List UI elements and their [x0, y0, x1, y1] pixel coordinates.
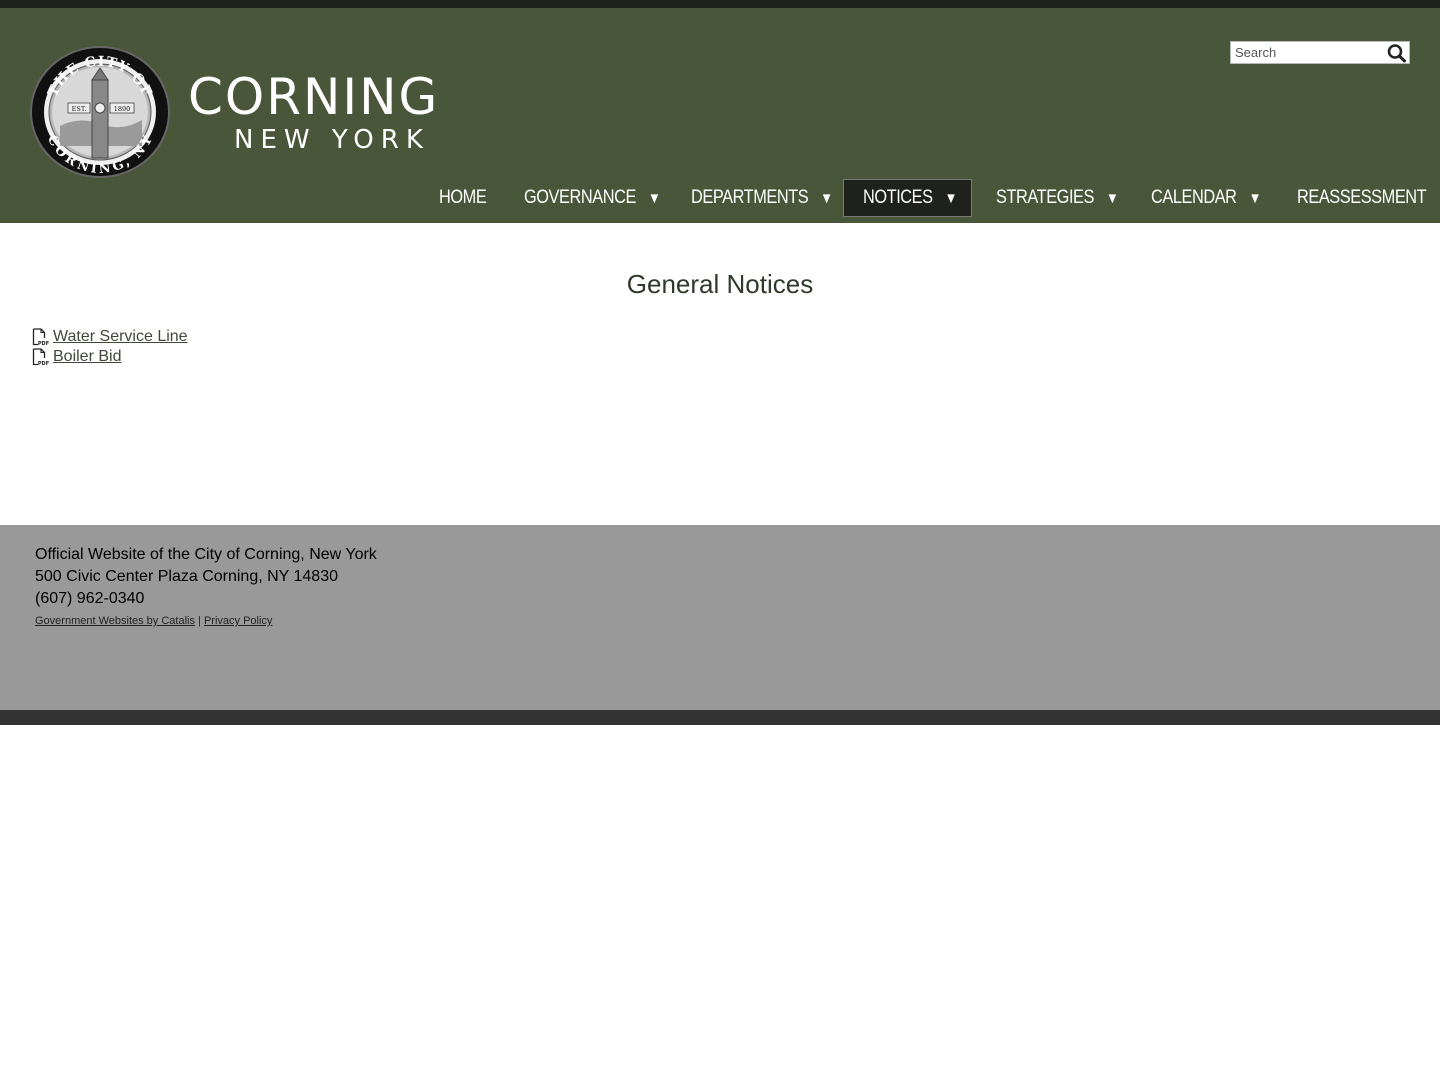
svg-text:PDF: PDF — [38, 361, 49, 366]
nav-item-label: STRATEGIES — [996, 187, 1094, 208]
footer-address: 500 Civic Center Plaza Corning, NY 14830 — [35, 568, 338, 585]
dropdown-arrow-icon: ▼ — [1106, 190, 1119, 207]
top-bar — [0, 0, 1440, 8]
nav-item-calendar[interactable]: CALENDAR ▼ — [1151, 179, 1261, 217]
nav-item-strategies[interactable]: STRATEGIES ▼ — [996, 179, 1119, 217]
site-wordmark-city[interactable]: CORNING — [188, 72, 439, 122]
nav-item-label: DEPARTMENTS — [691, 187, 809, 208]
site-footer: Official Website of the City of Corning,… — [0, 525, 1440, 710]
list-item: PDF Boiler Bid — [32, 347, 188, 367]
dropdown-arrow-icon: ▼ — [944, 190, 958, 207]
dropdown-arrow-icon: ▼ — [647, 190, 661, 207]
search-icon[interactable] — [1386, 43, 1408, 63]
nav-item-label: CALENDAR — [1151, 187, 1237, 208]
page-title: General Notices — [626, 269, 814, 299]
search-box — [1230, 41, 1410, 64]
pdf-file-icon: PDF — [32, 328, 49, 346]
search-input[interactable] — [1231, 42, 1385, 63]
nav-item-reassessment[interactable]: REASSESSMENT — [1297, 179, 1427, 217]
main-content: General Notices PDF Water Service Line P… — [0, 223, 1440, 525]
nav-item-label: HOME — [439, 187, 487, 208]
document-link-water-service-line[interactable]: Water Service Line — [53, 328, 188, 346]
nav-item-home[interactable]: HOME — [439, 179, 487, 217]
footer-official-text: Official Website of the City of Corning,… — [35, 546, 377, 563]
document-list: PDF Water Service Line PDF Boiler Bid — [32, 327, 188, 367]
dropdown-arrow-icon: ▼ — [1248, 190, 1262, 207]
list-item: PDF Water Service Line — [32, 327, 188, 347]
privacy-policy-link[interactable]: Privacy Policy — [204, 615, 272, 627]
dropdown-arrow-icon: ▼ — [820, 190, 833, 207]
bottom-bar — [0, 710, 1440, 725]
nav-item-label: GOVERNANCE — [524, 187, 636, 208]
main-navigation: HOME GOVERNANCE ▼ DEPARTMENTS ▼ NOTICES ▼ S… — [0, 179, 1440, 219]
seal-year-text: 1890 — [114, 105, 131, 113]
city-seal-logo[interactable]: EST. 1890 THE CITY OF CORNING, NY — [30, 46, 170, 178]
document-link-boiler-bid[interactable]: Boiler Bid — [53, 348, 121, 366]
nav-item-governance[interactable]: GOVERNANCE ▼ — [524, 179, 661, 217]
nav-item-label: REASSESSMENT — [1297, 187, 1427, 208]
catalis-link[interactable]: Government Websites by Catalis — [35, 615, 195, 627]
site-wordmark-state[interactable]: NEW YORK — [234, 127, 430, 153]
svg-text:PDF: PDF — [38, 341, 49, 346]
pdf-file-icon: PDF — [32, 348, 49, 366]
footer-phone: (607) 962-0340 — [35, 590, 145, 607]
seal-est-text: EST. — [72, 105, 87, 113]
nav-item-label: NOTICES — [863, 187, 933, 208]
footer-link-separator: | — [198, 615, 201, 627]
nav-item-departments[interactable]: DEPARTMENTS ▼ — [691, 179, 833, 217]
footer-links: Government Websites by Catalis | Privacy… — [35, 615, 272, 627]
nav-item-notices[interactable]: NOTICES ▼ — [863, 179, 957, 217]
